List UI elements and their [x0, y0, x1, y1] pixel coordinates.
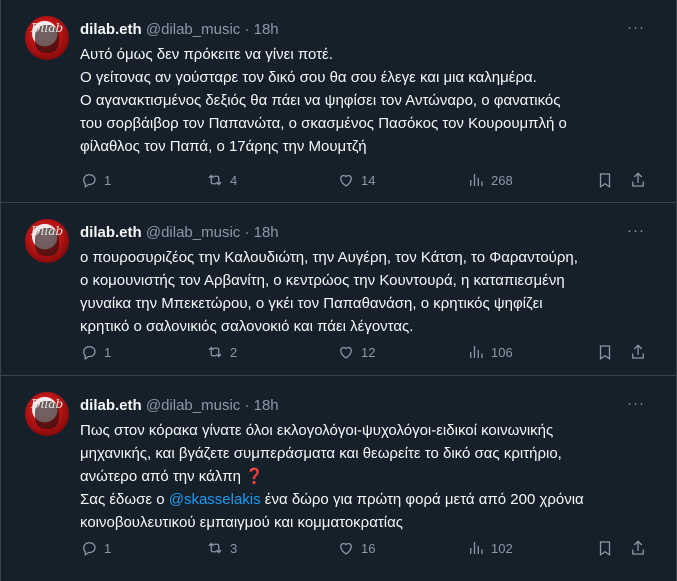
reply-button[interactable]: 1: [80, 538, 111, 558]
separator-dot: ·: [244, 397, 250, 414]
bookmark-button[interactable]: [596, 170, 614, 190]
bookmark-icon: [599, 541, 611, 556]
text-segment: ένα δώρο για πρώτη φορά μετά από 200 χρό…: [260, 491, 584, 508]
timestamp[interactable]: 18h: [254, 21, 279, 38]
views-button[interactable]: 268: [467, 170, 513, 190]
like-count: 14: [361, 172, 376, 188]
more-options-icon[interactable]: ···: [626, 223, 646, 243]
heart-icon: [340, 174, 352, 187]
separator-dot: ·: [244, 224, 250, 241]
more-options-icon[interactable]: ···: [626, 396, 646, 416]
tweet-text-line: Ο γείτονας αν γούσταρε τον δικό σου θα σ…: [80, 69, 537, 86]
retweet-icon: [208, 542, 222, 554]
like-button[interactable]: 14: [337, 170, 375, 190]
share-button[interactable]: [629, 170, 647, 190]
bookmark-button[interactable]: [596, 538, 614, 558]
bookmark-icon: [599, 173, 611, 188]
avatar[interactable]: Dilab: [25, 219, 69, 263]
like-count: 12: [361, 344, 376, 360]
share-icon: [632, 172, 644, 187]
share-button[interactable]: [629, 342, 647, 362]
avatar[interactable]: Dilab: [25, 392, 69, 436]
view-count: 106: [491, 344, 513, 360]
reply-icon: [83, 542, 96, 556]
reply-button[interactable]: 1: [80, 342, 111, 362]
retweet-icon: [208, 174, 222, 186]
reply-count: 1: [104, 172, 112, 188]
tweet-header: dilab.eth @dilab_music · 18h: [80, 223, 279, 243]
tweet-text: Πως στον κόρακα γίνατε όλοι εκλογολόγοι-…: [80, 419, 650, 534]
views-icon: [470, 542, 483, 554]
user-handle[interactable]: @dilab_music: [146, 21, 240, 38]
tweet-text-line: Σας έδωσε ο @skasselakis ένα δώρο για πρ…: [80, 488, 650, 511]
tweet-text-line: του σορβάιβορ τον Παπανώτα, ο σκασμένος …: [80, 115, 567, 132]
tweet-text-line: ο πουροσυριζέος την Καλουδιώτη, την Αυγέ…: [80, 249, 578, 266]
retweet-button[interactable]: 2: [206, 342, 237, 362]
heart-icon: [340, 346, 352, 359]
text-segment: Σας έδωσε ο: [80, 491, 169, 508]
avatar[interactable]: Dilab: [25, 16, 69, 60]
retweet-button[interactable]: 4: [206, 170, 237, 190]
tweet-text: Αυτό όμως δεν πρόκειτε να γίνει ποτέ. Ο …: [80, 43, 650, 158]
display-name[interactable]: dilab.eth: [80, 21, 142, 38]
view-count: 102: [491, 540, 513, 556]
display-name[interactable]: dilab.eth: [80, 224, 142, 241]
views-icon: [470, 346, 483, 358]
mention-link[interactable]: @skasselakis: [169, 491, 261, 508]
like-button[interactable]: 16: [337, 538, 375, 558]
bookmark-icon: [599, 345, 611, 360]
tweet-text-line: ο κομουνιστής τον Αρβανίτη, ο κεντρώος τ…: [80, 272, 565, 289]
timestamp[interactable]: 18h: [254, 397, 279, 414]
tweet-header: dilab.eth @dilab_music · 18h: [80, 20, 279, 40]
reply-count: 1: [104, 344, 112, 360]
more-options-icon[interactable]: ···: [626, 20, 646, 40]
reply-icon: [83, 346, 96, 360]
timestamp[interactable]: 18h: [254, 224, 279, 241]
share-icon: [632, 540, 644, 555]
tweet-text-line: κοινοβουλευτικού εμπαιγμού και κομματοκρ…: [80, 514, 404, 531]
user-handle[interactable]: @dilab_music: [146, 224, 240, 241]
views-button[interactable]: 106: [467, 342, 513, 362]
tweet-text-line: κρητικό ο σαλονικιός σαλονοκιό και πάει …: [80, 318, 414, 335]
views-icon: [470, 174, 483, 186]
view-count: 268: [491, 172, 513, 188]
tweet-text-line: ανώτερο από την κάλπη ❓: [80, 468, 264, 485]
tweet-text-line: Ο αγανακτισμένος δεξιός θα πάει να ψηφίσ…: [80, 92, 561, 109]
reply-button[interactable]: 1: [80, 170, 111, 190]
tweet-actions: 1 4 14 268: [80, 170, 654, 190]
tweet-text-line: μηχανικής, και βγάζετε συμπεράσματα και …: [80, 445, 562, 462]
tweet-text-line: φίλαθλος τον Παπά, ο 17άρης την Μουμτζή: [80, 138, 367, 155]
tweet-text-line: Αυτό όμως δεν πρόκειτε να γίνει ποτέ.: [80, 46, 333, 63]
tweet-text-line: Πως στον κόρακα γίνατε όλοι εκλογολόγοι-…: [80, 422, 554, 439]
retweet-icon: [208, 346, 222, 358]
like-button[interactable]: 12: [337, 342, 375, 362]
tweet-text: ο πουροσυριζέος την Καλουδιώτη, την Αυγέ…: [80, 246, 650, 338]
reply-icon: [83, 174, 96, 188]
retweet-count: 2: [230, 344, 238, 360]
display-name[interactable]: dilab.eth: [80, 397, 142, 414]
tweet-actions: 1 2 12 106: [80, 342, 654, 362]
user-handle[interactable]: @dilab_music: [146, 397, 240, 414]
retweet-count: 4: [230, 172, 238, 188]
views-button[interactable]: 102: [467, 538, 513, 558]
tweet-header: dilab.eth @dilab_music · 18h: [80, 396, 279, 416]
retweet-count: 3: [230, 540, 238, 556]
bookmark-button[interactable]: [596, 342, 614, 362]
share-icon: [632, 344, 644, 359]
separator-dot: ·: [244, 21, 250, 38]
timeline: Dilab dilab.eth @dilab_music · 18h ··· Α…: [0, 0, 677, 581]
like-count: 16: [361, 540, 376, 556]
heart-icon: [340, 542, 352, 555]
tweet-actions: 1 3 16 102: [80, 538, 654, 558]
reply-count: 1: [104, 540, 112, 556]
share-button[interactable]: [629, 538, 647, 558]
retweet-button[interactable]: 3: [206, 538, 237, 558]
tweet-text-line: γυναίκα την Μπεκετώρου, ο γκέι τον Παπαθ…: [80, 295, 543, 312]
